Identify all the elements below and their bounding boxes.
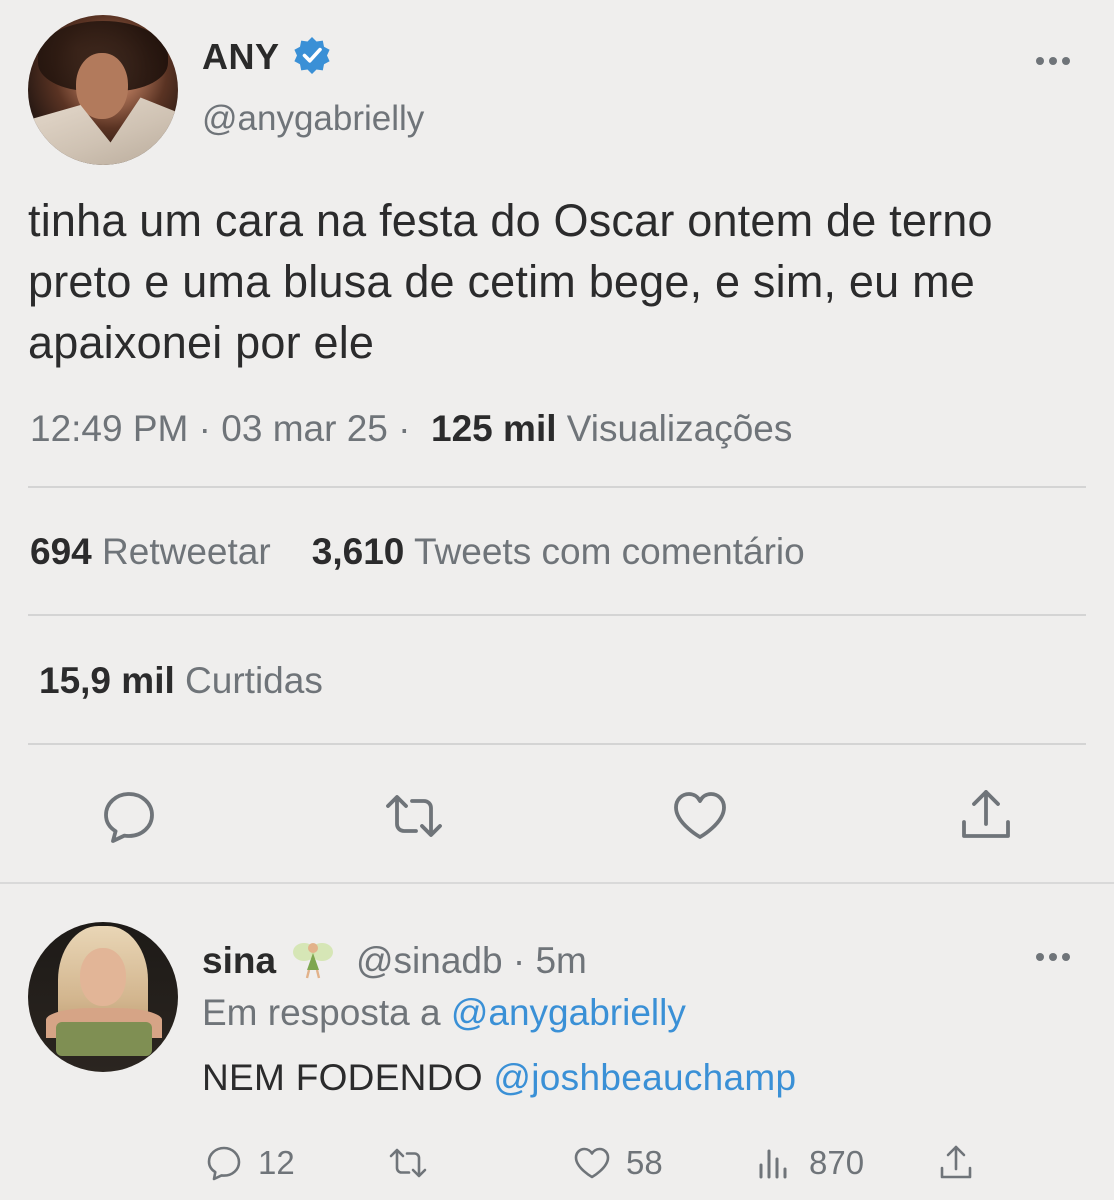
retweet-icon <box>389 1148 427 1178</box>
reply-text: NEM FODENDO @joshbeauchamp <box>202 1057 797 1098</box>
quotes-stat[interactable]: 3,610 Tweets com comentário <box>312 531 805 572</box>
reply-username[interactable]: @sinadb <box>356 940 503 981</box>
reply-share-button[interactable] <box>936 1141 976 1185</box>
reply-views-button[interactable]: 870 <box>755 1141 864 1185</box>
retweets-stat[interactable]: 694 Retweetar <box>30 531 271 572</box>
reply-avatar[interactable] <box>28 922 178 1072</box>
views-icon <box>759 1149 787 1179</box>
reply-display-name[interactable]: sina <box>202 940 276 982</box>
retweet-icon[interactable] <box>382 784 446 848</box>
avatar[interactable] <box>28 15 178 165</box>
reply-retweet-button[interactable] <box>388 1141 428 1185</box>
like-icon <box>574 1147 610 1179</box>
reply-icon[interactable] <box>97 784 161 848</box>
share-icon <box>940 1145 972 1179</box>
reply-context: Em resposta a @anygabrielly <box>202 992 686 1033</box>
divider <box>28 614 1086 616</box>
likes-stat[interactable]: 15,9 mil Curtidas <box>39 660 323 702</box>
reply-handle-line: @sinadb · 5m <box>356 940 587 981</box>
reply-count: 12 <box>258 1144 295 1181</box>
reply-time: 5m <box>535 940 587 981</box>
reply-icon <box>207 1146 241 1181</box>
tweet-meta: 12:49 PM · 03 mar 25 · 125 mil Visualiza… <box>30 408 793 449</box>
display-name[interactable]: ANY <box>202 36 280 78</box>
reply-more-icon[interactable] <box>1032 942 1074 972</box>
tweet-time: 12:49 PM <box>30 408 189 449</box>
mention-link[interactable]: @joshbeauchamp <box>493 1057 796 1098</box>
verified-icon <box>292 35 332 75</box>
like-icon[interactable] <box>668 784 732 848</box>
like-count: 58 <box>626 1144 663 1181</box>
view-count: 870 <box>809 1144 865 1181</box>
more-icon[interactable] <box>1032 46 1074 76</box>
tweet-date: 03 mar 25 <box>221 408 388 449</box>
views-label: Visualizações <box>566 408 793 449</box>
views-count: 125 mil <box>431 408 557 449</box>
username[interactable]: @anygabrielly <box>202 99 424 139</box>
engagement-stats: 694 Retweetar 3,610 Tweets com comentári… <box>30 531 805 573</box>
divider <box>28 743 1086 745</box>
reply-to-link[interactable]: @anygabrielly <box>451 992 686 1033</box>
tweet-text: tinha um cara na festa do Oscar ontem de… <box>28 195 993 368</box>
section-divider <box>0 882 1114 884</box>
divider <box>28 486 1086 488</box>
reply-like-button[interactable]: 58 <box>572 1141 663 1185</box>
fairy-emoji-icon <box>290 936 336 982</box>
share-icon[interactable] <box>954 784 1018 848</box>
reply-reply-button[interactable]: 12 <box>204 1141 295 1185</box>
